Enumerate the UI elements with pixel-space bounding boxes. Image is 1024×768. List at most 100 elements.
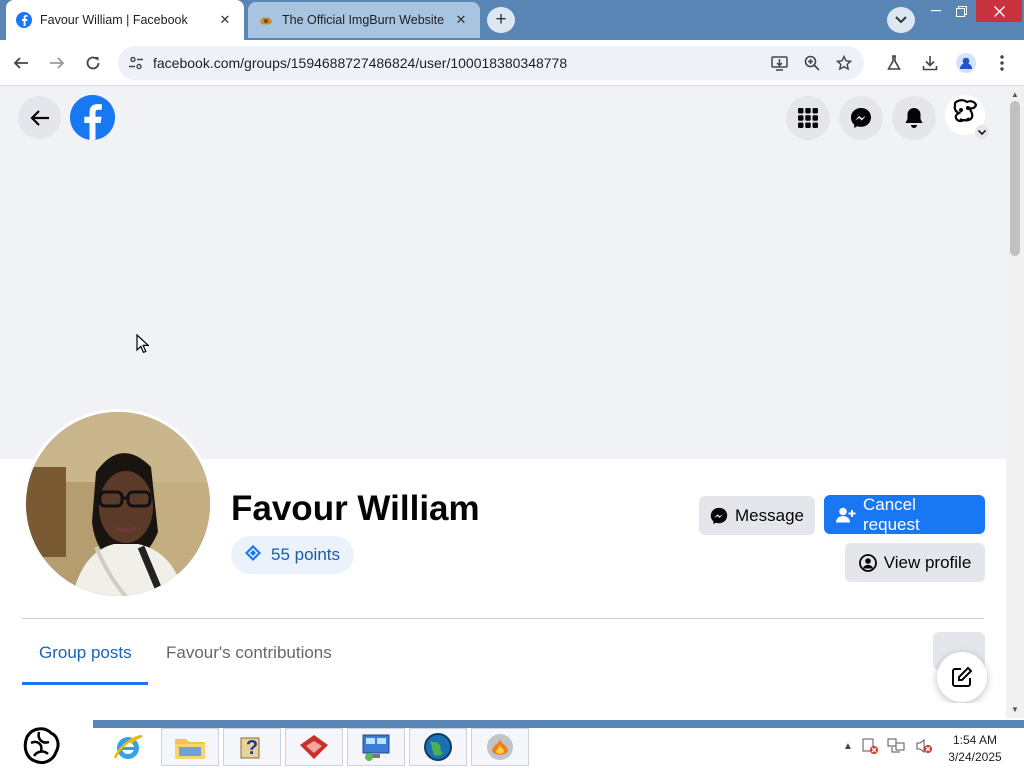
downloads-button[interactable] [915,48,945,78]
start-logo-icon [23,727,60,765]
taskbar-network-app[interactable] [347,728,405,766]
imgburn-favicon-icon [258,12,274,28]
action-center-icon[interactable] [861,738,879,754]
tab-title: Favour William | Facebook [40,13,188,27]
clock-time: 1:54 AM [952,733,998,747]
taskbar-internet-explorer[interactable] [99,728,157,766]
compose-button[interactable] [937,652,987,702]
facebook-logo[interactable] [70,95,115,140]
zoom-icon [804,55,820,71]
points-label: 55 points [271,545,340,564]
back-button[interactable] [6,48,36,78]
messenger-icon [851,108,871,128]
restore-button[interactable] [946,0,976,22]
scrollbar-thumb[interactable] [1010,101,1020,256]
taskbar-imgburn[interactable] [471,728,529,766]
download-icon [922,56,938,71]
grid-menu-icon [798,108,818,128]
close-window-button[interactable] [976,0,1022,22]
red-app-icon [300,735,328,759]
more-vertical-icon [1000,55,1004,71]
taskbar-clock[interactable]: 1:54 AM 3/24/2025 [942,732,1008,766]
minimize-icon [931,10,941,12]
browser-menu-button[interactable] [987,48,1017,78]
diamond-icon [243,544,263,567]
messenger-button[interactable] [839,96,883,140]
start-button[interactable] [18,722,64,768]
labs-button[interactable] [879,48,909,78]
view-profile-label: View profile [883,552,972,572]
facebook-favicon-icon [16,12,32,28]
page-scrollbar[interactable]: ▲ ▼ [1006,87,1024,718]
profile-photo-icon [26,412,210,596]
taskbar-red-app[interactable] [285,728,343,766]
active-tab-indicator [22,682,148,685]
browser-tab-bar: Favour William | Facebook ✕ The Official… [0,0,1024,40]
tab-close-icon[interactable]: ✕ [452,11,470,29]
forward-button[interactable] [42,48,72,78]
mouse-cursor-icon [136,334,149,354]
message-button[interactable]: Message [699,496,815,535]
volume-muted-icon[interactable] [915,738,933,754]
taskbar-globe-app[interactable] [409,728,467,766]
points-badge[interactable]: 55 points [231,536,354,574]
messenger-icon [710,507,728,525]
tab-title: The Official ImgBurn Website [282,13,445,27]
chevron-down-icon [975,125,989,139]
page-viewport: Favour William 55 points Message Cancel … [0,87,1006,718]
profile-button[interactable] [951,48,981,78]
message-label: Message [735,505,804,525]
left-content-card [22,703,417,718]
tab-facebook[interactable]: Favour William | Facebook ✕ [6,0,244,40]
user-circle-icon [858,553,877,572]
reload-icon [86,56,100,70]
windows-taskbar: ? ▲ 1:54 AM 3/24/2025 [0,718,1024,768]
tab-search-button[interactable] [887,7,915,33]
bookmark-star-icon [836,55,852,71]
address-bar[interactable]: facebook.com/groups/1594688727486824/use… [118,46,864,80]
scroll-down-icon[interactable]: ▼ [1011,705,1019,714]
profile-avatar[interactable] [23,409,213,599]
imgburn-app-icon [487,734,513,760]
internet-explorer-icon [113,734,143,759]
cancel-request-label: Cancel request [863,494,920,534]
network-icon[interactable] [887,738,907,754]
section-divider [22,618,984,619]
profile-name: Favour William [231,489,480,528]
notifications-button[interactable] [892,96,936,140]
arrow-left-icon [29,109,49,126]
edit-icon [952,666,973,687]
taskbar-file-explorer[interactable] [161,728,219,766]
view-profile-button[interactable]: View profile [845,543,985,582]
flask-icon [887,55,901,70]
clock-date: 3/24/2025 [948,750,1002,764]
back-nav-button[interactable] [18,96,61,139]
site-info-icon [129,56,143,70]
facebook-logo-icon [70,95,115,140]
scroll-up-icon[interactable]: ▲ [1011,90,1019,99]
bell-icon [905,108,923,128]
add-friend-icon [836,507,856,523]
arrow-left-icon [13,57,28,69]
tab-imgburn[interactable]: The Official ImgBurn Website ✕ [248,2,480,38]
tab-group-posts[interactable]: Group posts [39,643,132,663]
install-app-icon [771,56,788,71]
menu-grid-button[interactable] [786,96,830,140]
tab-close-icon[interactable]: ✕ [216,11,234,29]
show-hidden-icons-icon[interactable]: ▲ [843,741,853,752]
account-menu-button[interactable] [945,95,989,139]
reload-button[interactable] [78,48,108,78]
network-app-icon [362,734,390,761]
chevron-down-icon [895,16,907,24]
system-tray: ▲ [843,738,933,754]
cancel-request-button[interactable]: Cancel request [824,495,985,534]
file-explorer-icon [175,739,205,759]
url-text: facebook.com/groups/1594688727486824/use… [153,55,568,71]
taskbar-help[interactable]: ? [223,728,281,766]
arrow-right-icon [50,57,65,69]
globe-app-icon [424,733,452,761]
new-tab-button[interactable]: + [487,7,515,33]
tab-contributions[interactable]: Favour's contributions [166,643,332,663]
taskbar-strip [93,720,1024,728]
right-content-card [436,703,985,718]
